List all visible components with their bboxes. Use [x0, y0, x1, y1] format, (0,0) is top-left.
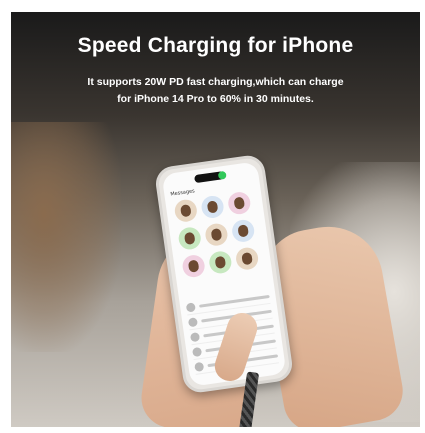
banner-title: Speed Charging for iPhone — [77, 34, 354, 57]
subtitle-line-2: for iPhone 14 Pro to 60% in 30 minutes. — [117, 93, 314, 105]
contact-avatar — [234, 246, 260, 272]
subtitle-line-1: It supports 20W PD fast charging,which c… — [87, 76, 344, 88]
contact-avatar — [177, 226, 203, 251]
contact-avatar — [200, 194, 225, 220]
contact-avatar — [207, 249, 233, 275]
messages-title: Messages — [170, 188, 196, 198]
call-indicator-icon — [217, 170, 227, 180]
contact-avatar — [226, 190, 252, 216]
product-photo: Messages Speed Charging for iPhone It su… — [11, 12, 420, 427]
contact-avatar — [204, 222, 229, 248]
background-blur-left — [11, 122, 121, 352]
contact-avatar — [230, 218, 256, 244]
contact-avatar — [181, 253, 207, 279]
banner-subtitle: It supports 20W PD fast charging,which c… — [51, 74, 380, 108]
contact-avatar — [173, 198, 199, 224]
pinned-contacts — [173, 190, 263, 279]
